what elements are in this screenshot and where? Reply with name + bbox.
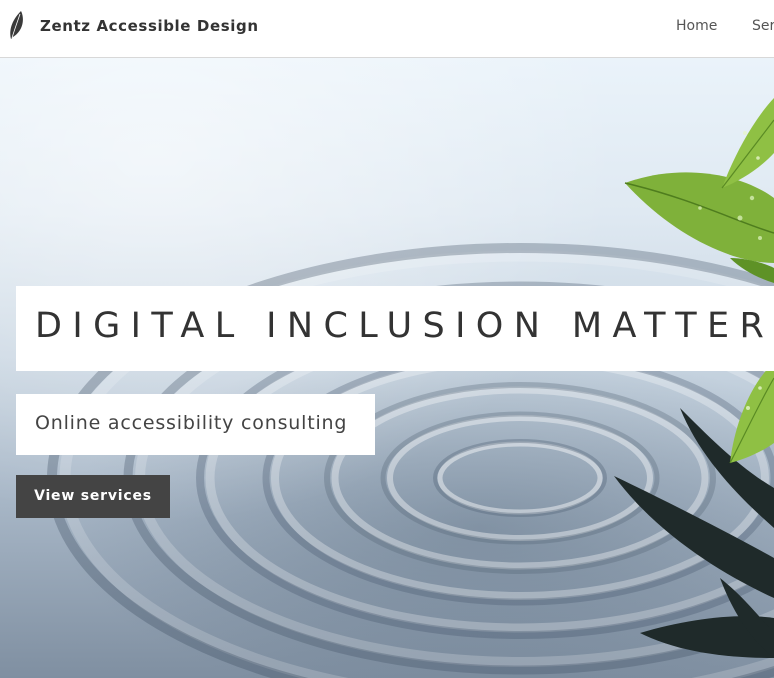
main-nav: Home Ser bbox=[0, 18, 774, 40]
hero-subtitle-box: Online accessibility consulting bbox=[16, 394, 375, 455]
hero-title: DIGITAL INCLUSION MATTERS bbox=[35, 306, 774, 346]
nav-item-services[interactable]: Ser bbox=[752, 18, 774, 34]
hero-subtitle: Online accessibility consulting bbox=[35, 412, 348, 434]
page: Zentz Accessible Design Home Ser DIGITAL… bbox=[0, 0, 774, 678]
site-header: Zentz Accessible Design Home Ser bbox=[0, 0, 774, 58]
view-services-button[interactable]: View services bbox=[16, 475, 170, 518]
nav-item-home[interactable]: Home bbox=[676, 18, 717, 34]
hero-title-box: DIGITAL INCLUSION MATTERS bbox=[16, 286, 774, 371]
